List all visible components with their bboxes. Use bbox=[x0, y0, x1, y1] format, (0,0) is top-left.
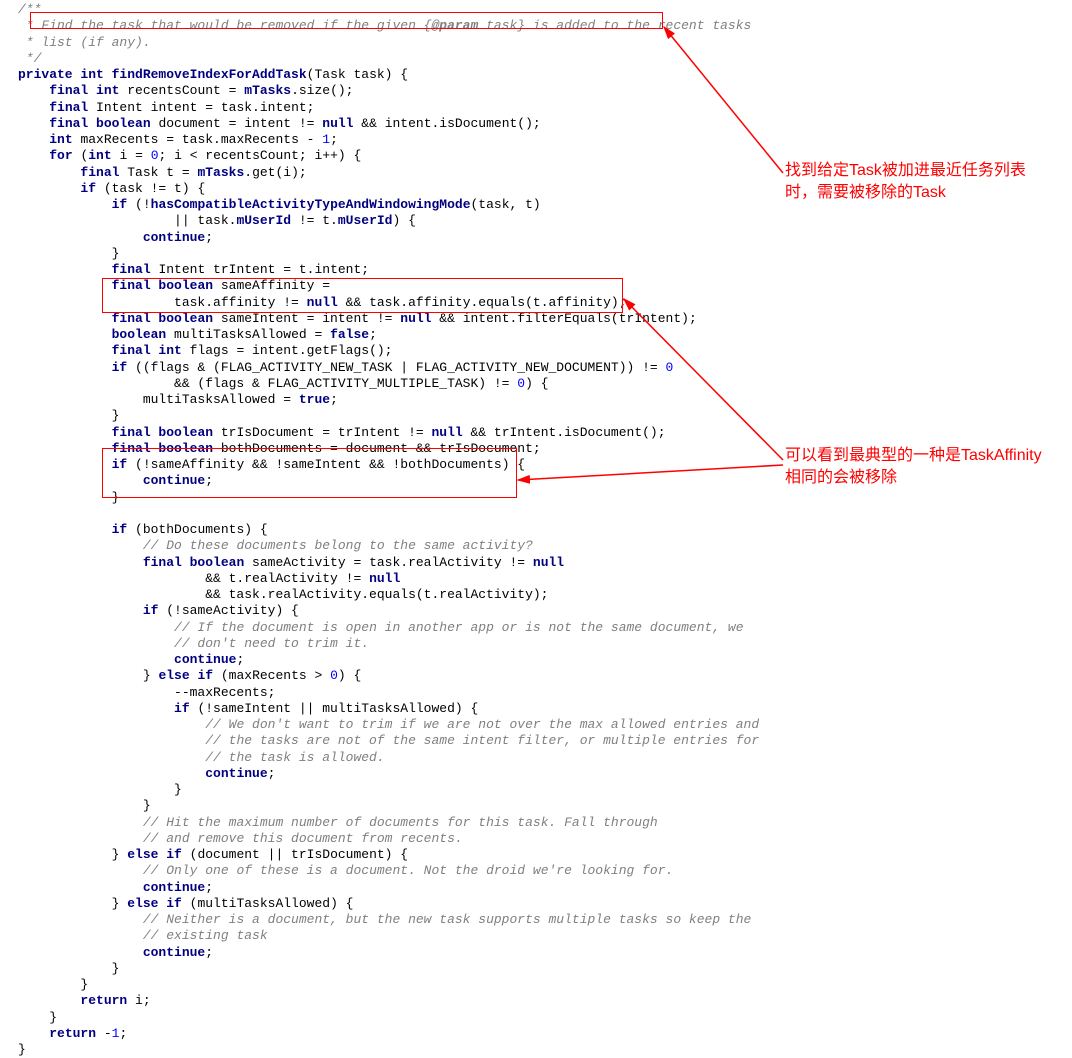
code-line: } else if (document || trIsDocument) { bbox=[18, 847, 1072, 863]
code-line: private int findRemoveIndexForAddTask(Ta… bbox=[18, 67, 1072, 83]
code-line: if (!sameIntent || multiTasksAllowed) { bbox=[18, 701, 1072, 717]
code-line: final boolean sameAffinity = bbox=[18, 278, 1072, 294]
code-line: } bbox=[18, 782, 1072, 798]
code-line: // Hit the maximum number of documents f… bbox=[18, 815, 1072, 831]
annotation-1: 找到给定Task被加进最近任务列表时，需要被移除的Task bbox=[785, 160, 1045, 203]
code-line: /** bbox=[18, 2, 1072, 18]
code-line: } bbox=[18, 246, 1072, 262]
code-line: // the task is allowed. bbox=[18, 750, 1072, 766]
code-line: --maxRecents; bbox=[18, 685, 1072, 701]
code-line: task.affinity != null && task.affinity.e… bbox=[18, 295, 1072, 311]
code-line: // Only one of these is a document. Not … bbox=[18, 863, 1072, 879]
code-line: */ bbox=[18, 51, 1072, 67]
code-line: // Do these documents belong to the same… bbox=[18, 538, 1072, 554]
code-line: final boolean sameActivity = task.realAc… bbox=[18, 555, 1072, 571]
code-line: * Find the task that would be removed if… bbox=[18, 18, 1072, 34]
code-line: final boolean sameIntent = intent != nul… bbox=[18, 311, 1072, 327]
code-line bbox=[18, 506, 1072, 522]
code-line: continue; bbox=[18, 880, 1072, 896]
annotation-2: 可以看到最典型的一种是TaskAffinity相同的会被移除 bbox=[785, 445, 1045, 488]
code-line: if ((flags & (FLAG_ACTIVITY_NEW_TASK | F… bbox=[18, 360, 1072, 376]
code-line: } else if (maxRecents > 0) { bbox=[18, 668, 1072, 684]
code-line: final Intent intent = task.intent; bbox=[18, 100, 1072, 116]
code-line: * list (if any). bbox=[18, 35, 1072, 51]
code-line: if (bothDocuments) { bbox=[18, 522, 1072, 538]
code-line: // don't need to trim it. bbox=[18, 636, 1072, 652]
code-line: // and remove this document from recents… bbox=[18, 831, 1072, 847]
code-line: // the tasks are not of the same intent … bbox=[18, 733, 1072, 749]
code-line: continue; bbox=[18, 230, 1072, 246]
code-line: final boolean trIsDocument = trIntent !=… bbox=[18, 425, 1072, 441]
code-line: final Intent trIntent = t.intent; bbox=[18, 262, 1072, 278]
code-line: } bbox=[18, 798, 1072, 814]
code-line: || task.mUserId != t.mUserId) { bbox=[18, 213, 1072, 229]
code-line: } bbox=[18, 977, 1072, 993]
code-line: if (!sameActivity) { bbox=[18, 603, 1072, 619]
code-line: // Neither is a document, but the new ta… bbox=[18, 912, 1072, 928]
code-line: final boolean document = intent != null … bbox=[18, 116, 1072, 132]
code-block: /** * Find the task that would be remove… bbox=[0, 0, 1072, 1058]
code-line: } bbox=[18, 490, 1072, 506]
code-line: return i; bbox=[18, 993, 1072, 1009]
code-line: } bbox=[18, 408, 1072, 424]
code-line: continue; bbox=[18, 766, 1072, 782]
code-line: // If the document is open in another ap… bbox=[18, 620, 1072, 636]
code-line: && (flags & FLAG_ACTIVITY_MULTIPLE_TASK)… bbox=[18, 376, 1072, 392]
code-line: boolean multiTasksAllowed = false; bbox=[18, 327, 1072, 343]
code-line: final int flags = intent.getFlags(); bbox=[18, 343, 1072, 359]
code-line: int maxRecents = task.maxRecents - 1; bbox=[18, 132, 1072, 148]
code-line: } bbox=[18, 1042, 1072, 1058]
code-line: } else if (multiTasksAllowed) { bbox=[18, 896, 1072, 912]
code-line: // existing task bbox=[18, 928, 1072, 944]
code-line: } bbox=[18, 961, 1072, 977]
code-line: final int recentsCount = mTasks.size(); bbox=[18, 83, 1072, 99]
code-line: return -1; bbox=[18, 1026, 1072, 1042]
code-line: continue; bbox=[18, 652, 1072, 668]
code-line: continue; bbox=[18, 945, 1072, 961]
code-line: // We don't want to trim if we are not o… bbox=[18, 717, 1072, 733]
code-line: && task.realActivity.equals(t.realActivi… bbox=[18, 587, 1072, 603]
code-line: multiTasksAllowed = true; bbox=[18, 392, 1072, 408]
code-line: && t.realActivity != null bbox=[18, 571, 1072, 587]
code-line: } bbox=[18, 1010, 1072, 1026]
